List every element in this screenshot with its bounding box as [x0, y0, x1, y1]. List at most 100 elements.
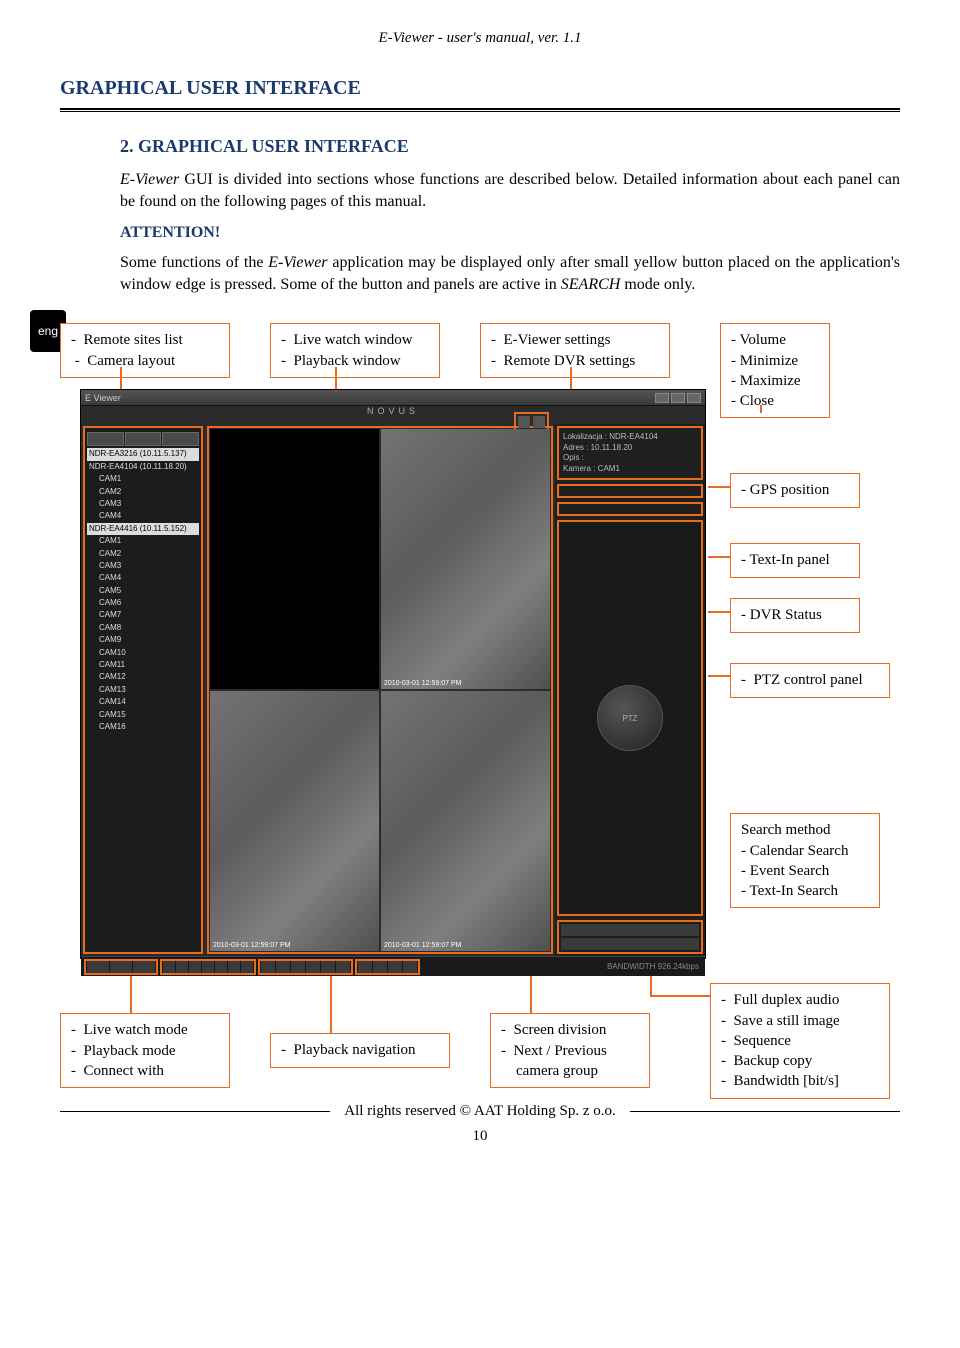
sidebar-tab-autodetect[interactable]	[162, 432, 199, 446]
remote-sites-panel: NDR-EA3216 (10.11.5.137) NDR-EA4104 (10.…	[83, 426, 203, 954]
tree-leaf[interactable]: CAM8	[87, 622, 199, 634]
tree-leaf[interactable]: CAM4	[87, 510, 199, 522]
layout-button[interactable]	[261, 961, 275, 973]
nav-button[interactable]	[189, 961, 201, 973]
callout-textin: - Text-In panel	[730, 543, 860, 577]
tree-leaf[interactable]: CAM13	[87, 684, 199, 696]
numbered-heading: 2. GRAPHICAL USER INTERFACE	[120, 136, 900, 157]
focus-row[interactable]	[561, 938, 699, 950]
nav-button[interactable]	[163, 961, 175, 973]
tree-leaf[interactable]: CAM7	[87, 609, 199, 621]
eviewer-settings-icon[interactable]	[518, 416, 530, 428]
tree-leaf[interactable]: CAM2	[87, 548, 199, 560]
callout-ptz: - PTZ control panel	[730, 663, 890, 697]
titlebar: E Viewer	[81, 390, 705, 406]
tree-leaf[interactable]: CAM11	[87, 659, 199, 671]
callout-dvr-status: - DVR Status	[730, 598, 860, 632]
utility-buttons	[355, 959, 420, 975]
nav-button[interactable]	[228, 961, 240, 973]
snapshot-button[interactable]	[373, 961, 387, 973]
callout-remote-sites: - Remote sites list - Camera layout	[60, 323, 230, 378]
sidebar-tab-sites[interactable]	[87, 432, 124, 446]
nav-button[interactable]	[215, 961, 227, 973]
callout-window-controls: - Volume - Minimize - Maximize - Close	[720, 323, 830, 418]
callout-playback-nav: - Playback navigation	[270, 1033, 450, 1067]
layout-button[interactable]	[291, 961, 305, 973]
page-number: 10	[60, 1128, 900, 1145]
tree-node[interactable]: NDR-EA4104 (10.11.18.20)	[87, 461, 199, 473]
section-rule	[60, 108, 900, 112]
page-header: E-Viewer - user's manual, ver. 1.1	[60, 30, 900, 47]
camera-tile[interactable]: 2010-03-01 12:59:07 PM	[381, 429, 550, 689]
p2a: Some functions of the	[120, 254, 268, 271]
app-name: E-Viewer	[120, 171, 179, 188]
gps-info-panel: Lokalizacja : NDR-EA4104 Adres : 10.11.1…	[557, 426, 703, 480]
timestamp: 2010-03-01 12:59:07 PM	[384, 942, 461, 949]
tree-leaf[interactable]: CAM2	[87, 486, 199, 498]
playback-mode-button[interactable]	[110, 961, 132, 973]
tree-leaf[interactable]: CAM16	[87, 721, 199, 733]
tree-node[interactable]: NDR-EA3216 (10.11.5.137)	[87, 448, 199, 460]
callout-screen-division: - Screen division - Next / Previous came…	[490, 1013, 650, 1088]
nav-button[interactable]	[176, 961, 188, 973]
callout-gps: - GPS position	[730, 473, 860, 507]
timestamp: 2010-03-01 12:59:07 PM	[384, 680, 461, 687]
remote-dvr-settings-icon[interactable]	[533, 416, 545, 428]
p2e: mode only.	[620, 276, 695, 293]
tree-leaf[interactable]: CAM14	[87, 696, 199, 708]
tree-node[interactable]: NDR-EA4416 (10.11.5.152)	[87, 523, 199, 535]
p2b: E-Viewer	[268, 254, 327, 271]
layout-button[interactable]	[321, 961, 335, 973]
layout-buttons	[258, 959, 353, 975]
nav-button[interactable]	[241, 961, 253, 973]
tree-leaf[interactable]: CAM15	[87, 709, 199, 721]
bandwidth-status: BANDWIDTH 926.24kbps	[422, 962, 702, 971]
tree-leaf[interactable]: CAM3	[87, 498, 199, 510]
info-line: Lokalizacja : NDR-EA4104	[563, 432, 697, 442]
ptz-control-panel: PTZ	[557, 520, 703, 916]
layout-button[interactable]	[276, 961, 290, 973]
maximize-button[interactable]	[671, 393, 685, 403]
backup-button[interactable]	[403, 961, 417, 973]
camera-tile[interactable]: 2010-03-01 12:59:07 PM	[381, 691, 550, 951]
ptz-wheel[interactable]: PTZ	[597, 685, 663, 751]
close-button[interactable]	[687, 393, 701, 403]
tree-leaf[interactable]: CAM1	[87, 473, 199, 485]
nav-button[interactable]	[202, 961, 214, 973]
footer: All rights reserved © AAT Holding Sp. z …	[60, 1103, 900, 1120]
sequence-button[interactable]	[388, 961, 402, 973]
device-tree: NDR-EA3216 (10.11.5.137) NDR-EA4104 (10.…	[87, 448, 199, 733]
camera-tile[interactable]	[210, 429, 379, 689]
gui-diagram: - Remote sites list - Camera layout - Li…	[60, 323, 900, 1103]
sidebar-tab-favorites[interactable]	[125, 432, 162, 446]
live-mode-button[interactable]	[87, 961, 109, 973]
tree-leaf[interactable]: CAM1	[87, 535, 199, 547]
info-line: Kamera : CAM1	[563, 464, 697, 474]
tree-leaf[interactable]: CAM5	[87, 585, 199, 597]
p2d: SEARCH	[561, 276, 621, 293]
connect-button[interactable]	[133, 961, 155, 973]
attention-paragraph: Some functions of the E-Viewer applicati…	[120, 252, 900, 295]
camera-tile[interactable]: 2010-03-01 12:59:07 PM	[210, 691, 379, 951]
tree-leaf[interactable]: CAM3	[87, 560, 199, 572]
info-line: Adres : 10.11.18.20	[563, 443, 697, 453]
tree-leaf[interactable]: CAM6	[87, 597, 199, 609]
callout-settings: - E-Viewer settings - Remote DVR setting…	[480, 323, 670, 378]
timestamp: 2010-03-01 12:59:07 PM	[213, 942, 290, 949]
layout-button[interactable]	[306, 961, 320, 973]
brand-logo: NOVUS	[81, 406, 705, 424]
dvr-status-panel	[557, 502, 703, 516]
tree-leaf[interactable]: CAM10	[87, 647, 199, 659]
window-buttons	[655, 393, 701, 403]
minimize-button[interactable]	[655, 393, 669, 403]
attention-heading: ATTENTION!	[120, 224, 900, 242]
audio-button[interactable]	[358, 961, 372, 973]
tree-leaf[interactable]: CAM4	[87, 572, 199, 584]
tree-leaf[interactable]: CAM9	[87, 634, 199, 646]
zoom-row[interactable]	[561, 924, 699, 936]
callout-modes: - Live watch mode - Playback mode - Conn…	[60, 1013, 230, 1088]
eviewer-screenshot: E Viewer NOVUS NDR-EA3216 (10.11.5.137)	[80, 389, 706, 959]
tree-leaf[interactable]: CAM12	[87, 671, 199, 683]
bottom-toolbar: BANDWIDTH 926.24kbps	[81, 956, 705, 976]
layout-button[interactable]	[336, 961, 350, 973]
